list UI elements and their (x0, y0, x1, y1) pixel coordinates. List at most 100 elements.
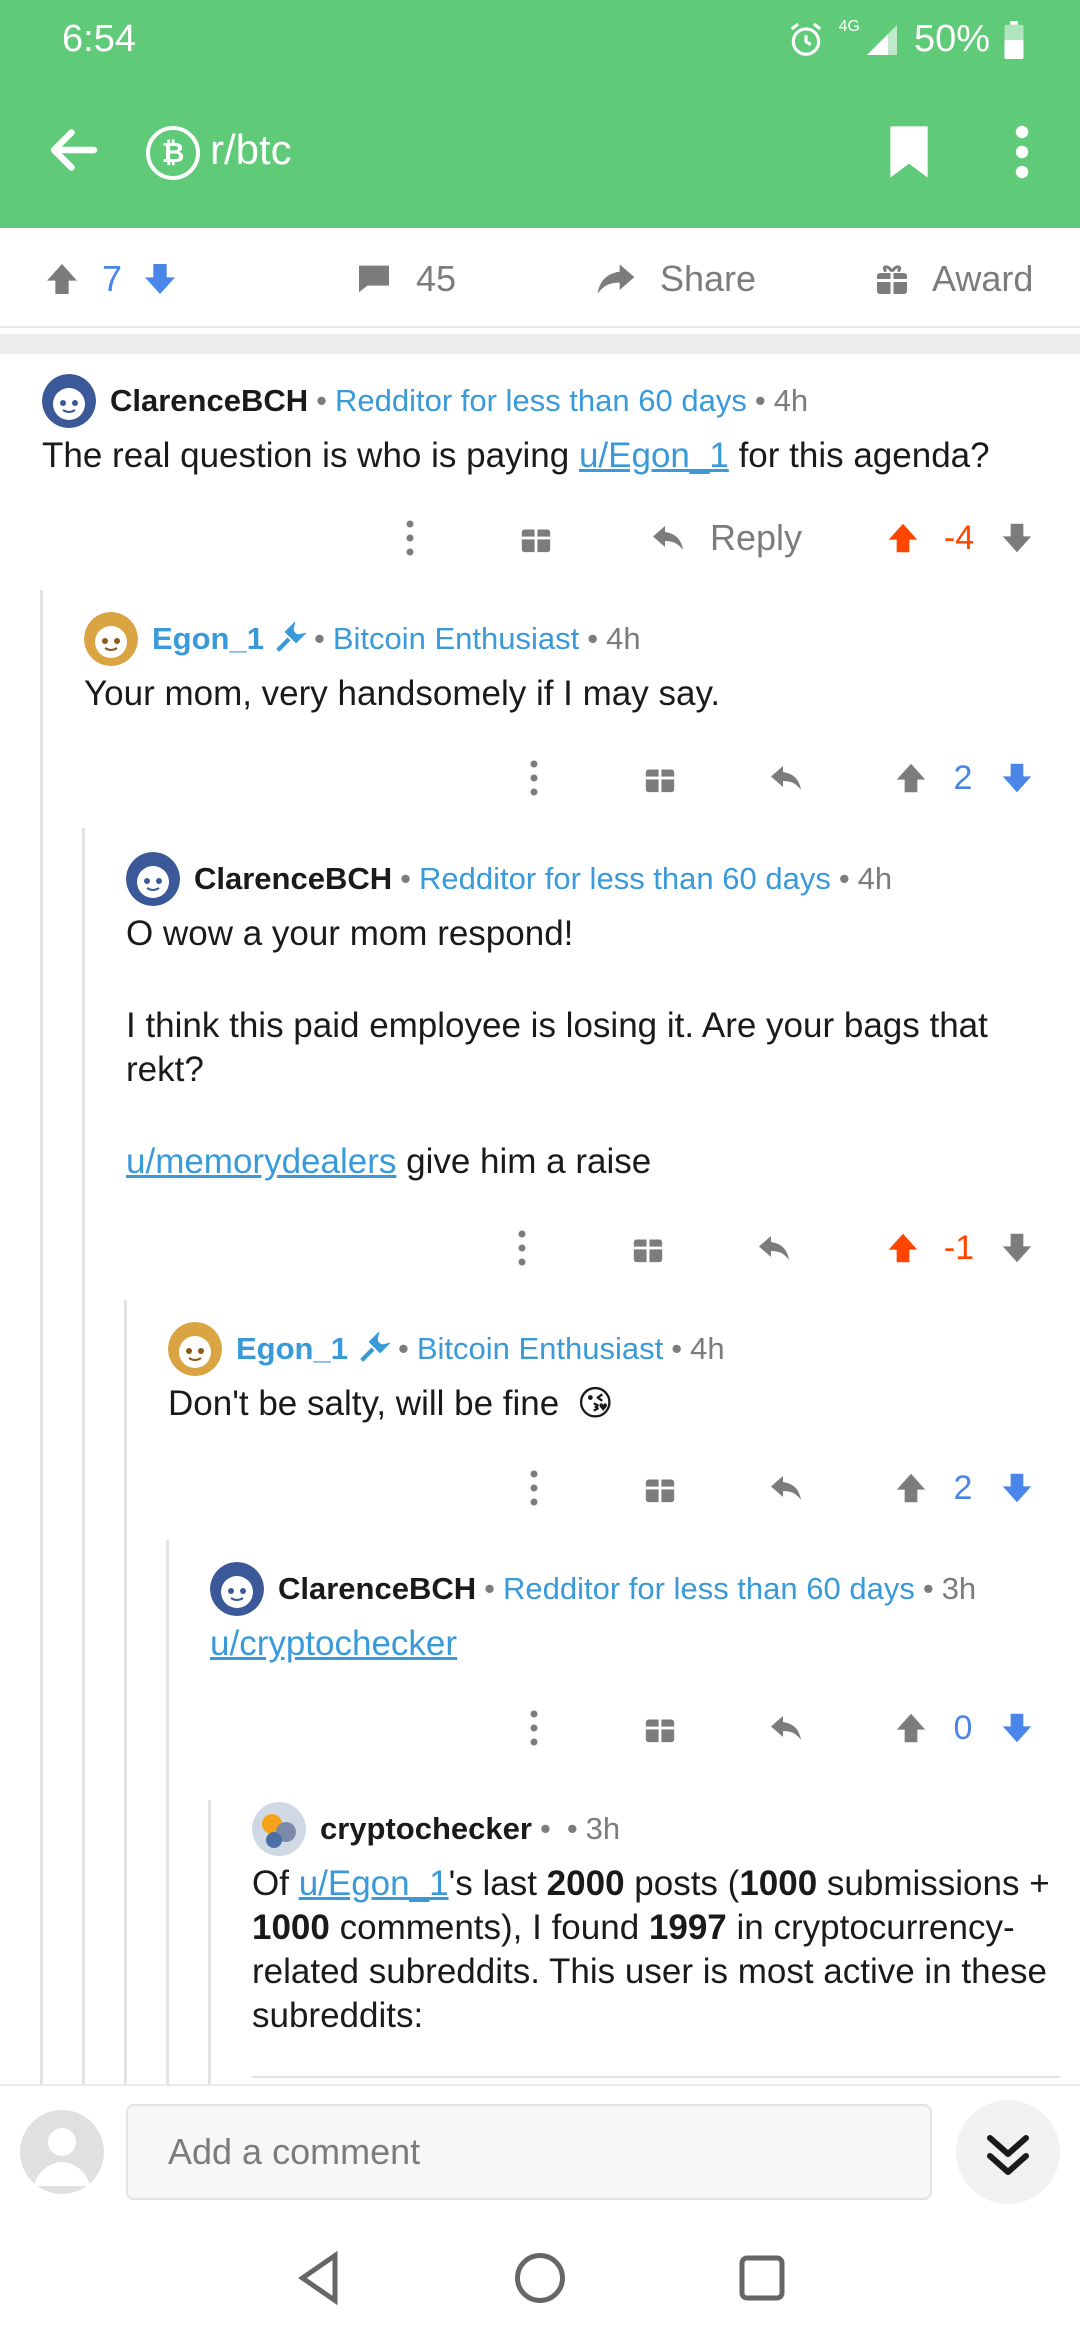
crypto-avatar-icon (252, 1802, 306, 1856)
bold-number: 1000 (739, 1864, 818, 1903)
bitcoin-icon: ₿ (161, 137, 185, 168)
post-comments-button[interactable]: 45 (354, 254, 456, 304)
reply-arrow-icon[interactable] (744, 1218, 804, 1278)
expand-button[interactable] (956, 2100, 1060, 2204)
comment-header: ClarenceBCH • Redditor for less than 60 … (210, 1562, 977, 1616)
avatar[interactable] (42, 374, 96, 428)
reply-arrow-icon[interactable] (756, 1698, 816, 1758)
upvote-icon[interactable] (42, 259, 82, 299)
comment-time: 4h (690, 1331, 725, 1366)
separator-dot: • (484, 1571, 495, 1606)
separator-dot: • (566, 1811, 578, 1846)
comment-header: ClarenceBCH • Redditor for less than 60 … (42, 374, 808, 428)
reply-arrow-icon[interactable] (756, 1458, 816, 1518)
comment-text: The real question is who is paying (42, 436, 579, 475)
subreddit-icon[interactable]: ₿ (146, 126, 200, 180)
nav-bar: ₿ r/btc (0, 100, 1080, 200)
avatar[interactable] (84, 612, 138, 666)
gift-icon[interactable] (630, 748, 690, 808)
mod-wrench-icon (360, 1332, 390, 1362)
paragraph-spacer (126, 1092, 1046, 1140)
avatar[interactable] (168, 1322, 222, 1376)
reply-label: Reply (709, 517, 803, 558)
nav-back-icon[interactable] (290, 2248, 350, 2308)
separator-dot: • (313, 621, 325, 656)
share-arrow-icon (597, 264, 635, 294)
upvote-icon[interactable] (878, 508, 928, 568)
post-comment-count: 45 (416, 258, 457, 299)
comment-author[interactable]: cryptochecker (320, 1811, 532, 1847)
comment-text: comments), I found (329, 1908, 649, 1947)
upvote-icon[interactable] (886, 1458, 936, 1518)
more-options-icon[interactable] (504, 1698, 564, 1758)
comment-actions: 2 (0, 1458, 1080, 1518)
downvote-icon[interactable] (992, 508, 1042, 568)
downvote-icon[interactable] (992, 1698, 1042, 1758)
post-action-bar: 7 45 Share Award (0, 228, 1080, 328)
downvote-icon[interactable] (992, 1218, 1042, 1278)
user-link[interactable]: u/memorydealers (126, 1142, 396, 1181)
upvote-icon[interactable] (878, 1218, 928, 1278)
mod-wrench-icon (276, 622, 306, 652)
avatar[interactable] (252, 1802, 306, 1856)
comment-author[interactable]: Egon_1 (152, 621, 264, 657)
more-options-icon[interactable] (504, 748, 564, 808)
gift-icon (877, 265, 907, 294)
subreddit-name[interactable]: r/btc (210, 126, 292, 174)
comment-body: O wow a your mom respond! I think this p… (126, 912, 1046, 1184)
table-edge (252, 2076, 1060, 2078)
user-link[interactable]: u/Egon_1 (299, 1864, 449, 1903)
bold-number: 2000 (546, 1864, 625, 1903)
bold-number: 1000 (252, 1908, 330, 1947)
comment-author[interactable]: ClarenceBCH (194, 861, 392, 897)
reply-button[interactable]: Reply (640, 508, 810, 568)
nav-home-icon[interactable] (510, 2248, 570, 2308)
gift-icon[interactable] (630, 1698, 690, 1758)
add-comment-input[interactable]: Add a comment (126, 2104, 932, 2200)
separator-dot: • (539, 1811, 551, 1846)
avatar[interactable] (210, 1562, 264, 1616)
snoo-avatar-icon (168, 1322, 222, 1376)
upvote-icon[interactable] (886, 1698, 936, 1758)
upvote-icon[interactable] (886, 748, 936, 808)
comment-header: ClarenceBCH • Redditor for less than 60 … (126, 852, 893, 906)
user-link[interactable]: u/Egon_1 (579, 436, 729, 475)
reply-arrow-icon[interactable] (756, 748, 816, 808)
comment-actions: 0 (0, 1698, 1080, 1758)
comment-author[interactable]: ClarenceBCH (110, 383, 308, 419)
comment-author[interactable]: Egon_1 (236, 1331, 348, 1367)
comment-time: 3h (941, 1571, 977, 1606)
more-options-icon[interactable] (492, 1218, 552, 1278)
share-button[interactable]: Share (594, 254, 756, 304)
comment-time: 4h (857, 861, 893, 896)
post-vote-group: 7 (42, 254, 180, 304)
gift-icon[interactable] (618, 1218, 678, 1278)
more-options-icon[interactable] (1004, 122, 1040, 182)
more-options-icon[interactable] (504, 1458, 564, 1518)
bookmark-icon[interactable] (884, 124, 934, 180)
comment-header: Egon_1 • Bitcoin Enthusiast • 4h (168, 1322, 725, 1376)
award-button[interactable]: Award (874, 254, 1033, 304)
comment-author[interactable]: ClarenceBCH (278, 1571, 476, 1607)
back-arrow-icon[interactable] (44, 120, 104, 180)
user-link[interactable]: u/cryptochecker (210, 1624, 457, 1663)
comment-paragraph: O wow a your mom respond! (126, 914, 574, 953)
comment-text: Don't be salty, will be fine (168, 1384, 560, 1423)
comment-score: 0 (953, 1708, 973, 1747)
bold-number: 1997 (648, 1908, 727, 1947)
snoo-avatar-icon (126, 852, 180, 906)
network-type: 4G (838, 18, 860, 35)
comment-text: Of (252, 1864, 299, 1903)
gift-icon[interactable] (630, 1458, 690, 1518)
downvote-icon[interactable] (992, 748, 1042, 808)
downvote-icon[interactable] (992, 1458, 1042, 1518)
separator-dot: • (316, 383, 327, 418)
nav-recents-icon[interactable] (732, 2248, 792, 2308)
more-options-icon[interactable] (380, 508, 440, 568)
downvote-icon[interactable] (140, 259, 180, 299)
user-avatar-icon[interactable] (20, 2110, 104, 2194)
status-icons: 4G 50% (787, 18, 1024, 61)
comment-text: for this agenda? (728, 436, 990, 475)
avatar[interactable] (126, 852, 180, 906)
gift-icon[interactable] (506, 508, 566, 568)
